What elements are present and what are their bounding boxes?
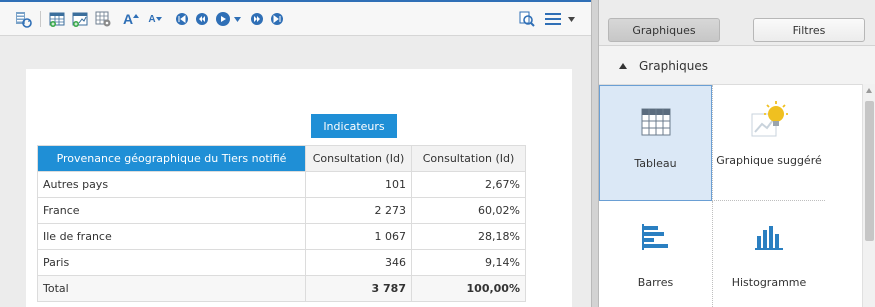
collapse-caret-icon bbox=[619, 63, 627, 69]
add-table-icon[interactable] bbox=[48, 10, 66, 28]
measure-header[interactable]: Consultation (Id) bbox=[411, 145, 526, 172]
row-value: 346 bbox=[305, 249, 412, 276]
vertical-bars-icon bbox=[753, 217, 785, 257]
section-title: Graphiques bbox=[639, 59, 708, 73]
report-toolbar: A A bbox=[0, 2, 591, 36]
settings-grid-icon[interactable] bbox=[94, 10, 112, 28]
chart-type-label: Graphique suggéré bbox=[716, 154, 822, 167]
row-percent: 28,18% bbox=[411, 223, 526, 250]
row-label[interactable]: Autres pays bbox=[37, 171, 306, 198]
refresh-data-icon[interactable] bbox=[14, 10, 32, 28]
pivot-table: Provenance géographique du Tiers notifié… bbox=[37, 145, 526, 302]
panel-tabs: Graphiques Filtres bbox=[599, 0, 875, 46]
zoom-icon[interactable] bbox=[518, 10, 536, 28]
row-label[interactable]: Ile de france bbox=[37, 223, 306, 250]
row-value: 101 bbox=[305, 171, 412, 198]
row-percent: 9,14% bbox=[411, 249, 526, 276]
total-percent: 100,00% bbox=[411, 275, 526, 302]
next-page-icon[interactable] bbox=[251, 10, 263, 28]
graphiques-section-header[interactable]: Graphiques bbox=[599, 54, 875, 78]
font-increase-label: A bbox=[122, 11, 134, 27]
table-row: France 2 273 60,02% bbox=[37, 197, 526, 224]
row-value: 2 273 bbox=[305, 197, 412, 224]
tab-graphiques[interactable]: Graphiques bbox=[608, 18, 720, 42]
dimension-header[interactable]: Provenance géographique du Tiers notifié bbox=[37, 145, 306, 172]
report-pane: A A Indicateurs Provenance géographique … bbox=[0, 0, 591, 307]
row-percent: 60,02% bbox=[411, 197, 526, 224]
scroll-up-icon[interactable] bbox=[866, 88, 872, 93]
dropdown-icon[interactable] bbox=[568, 10, 575, 28]
chart-type-tableau[interactable]: Tableau bbox=[599, 85, 712, 201]
row-label[interactable]: France bbox=[37, 197, 306, 224]
pane-splitter[interactable] bbox=[591, 0, 599, 307]
header-row: Provenance géographique du Tiers notifié… bbox=[37, 145, 526, 172]
chart-type-panel: Graphiques Filtres Graphiques Tableau Gr… bbox=[599, 0, 875, 307]
table-row: Ile de france 1 067 28,18% bbox=[37, 223, 526, 250]
chart-type-label: Barres bbox=[637, 276, 674, 289]
chart-type-label: Histogramme bbox=[731, 276, 807, 289]
chart-type-label: Tableau bbox=[634, 157, 677, 170]
font-decrease-label: A bbox=[148, 13, 156, 25]
scroll-thumb[interactable] bbox=[865, 101, 874, 241]
chart-type-histogramme[interactable]: Histogramme bbox=[712, 201, 825, 307]
total-row: Total 3 787 100,00% bbox=[37, 275, 526, 302]
gallery-scrollbar[interactable] bbox=[862, 84, 875, 307]
last-page-icon[interactable] bbox=[271, 10, 283, 28]
dropdown-icon[interactable] bbox=[234, 10, 241, 28]
row-label[interactable]: Paris bbox=[37, 249, 306, 276]
font-decrease-icon[interactable]: A bbox=[145, 10, 165, 28]
row-percent: 2,67% bbox=[411, 171, 526, 198]
table-row: Paris 346 9,14% bbox=[37, 249, 526, 276]
measure-group-header[interactable]: Indicateurs bbox=[311, 114, 397, 138]
menu-icon[interactable] bbox=[544, 10, 562, 28]
total-label: Total bbox=[37, 275, 306, 302]
chart-type-graphique-suggere[interactable]: Graphique suggéré bbox=[712, 85, 825, 201]
row-value: 1 067 bbox=[305, 223, 412, 250]
first-page-icon[interactable] bbox=[176, 10, 188, 28]
chart-type-barres[interactable]: Barres bbox=[599, 201, 712, 307]
measure-header[interactable]: Consultation (Id) bbox=[305, 145, 412, 172]
suggested-chart-bulb-icon bbox=[748, 101, 790, 141]
total-value: 3 787 bbox=[305, 275, 412, 302]
horizontal-bars-icon bbox=[640, 217, 672, 257]
play-icon[interactable] bbox=[216, 10, 230, 28]
font-increase-icon[interactable]: A bbox=[121, 10, 141, 28]
toolbar-divider bbox=[40, 11, 41, 27]
add-chart-icon[interactable] bbox=[71, 10, 89, 28]
table-row: Autres pays 101 2,67% bbox=[37, 171, 526, 198]
previous-page-icon[interactable] bbox=[196, 10, 208, 28]
chart-type-gallery: Tableau Graphique suggéré Barres Histogr… bbox=[599, 84, 862, 307]
tab-filtres[interactable]: Filtres bbox=[753, 18, 865, 42]
table-grid-icon bbox=[641, 102, 671, 142]
